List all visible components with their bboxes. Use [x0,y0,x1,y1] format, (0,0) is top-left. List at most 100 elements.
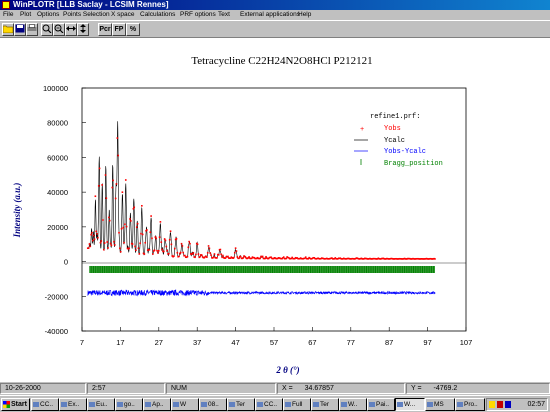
task-button[interactable]: CC.. [31,398,59,411]
menu-plot[interactable]: Plot [20,10,31,20]
yobs-point [206,251,209,254]
title-bar[interactable]: WinPLOTR [LLB Saclay - LCSIM Rennes] [0,0,550,10]
task-button[interactable]: Pai.. [367,398,395,411]
yobs-point [115,183,118,185]
yobs-point [201,254,203,256]
x-tick-label: 57 [270,338,278,347]
yobs-point [98,167,101,170]
zoom-button[interactable] [41,23,53,36]
yobs-point [261,255,264,258]
status-num: NUM [166,383,276,394]
yobs-point [144,241,147,244]
print-button[interactable] [26,23,38,36]
tray-icon[interactable] [497,401,503,408]
y-tick-label: -40000 [45,327,68,336]
yobs-point [161,248,163,251]
yobs-point [128,247,130,250]
y-tick-label: 80000 [47,119,68,128]
legend-title: refine1.prf: [370,113,420,121]
yobs-point [170,243,173,246]
tray-icon[interactable] [505,401,511,408]
yobs-point [235,250,238,252]
expand-horizontal-button[interactable] [65,23,77,36]
menu-file[interactable]: File [3,10,13,20]
yobs-point [94,195,97,198]
fp-button[interactable]: FP [112,23,126,36]
tray-icon[interactable] [489,401,495,408]
yobs-point [140,232,142,235]
yobs-point [124,223,126,226]
yobs-point [95,230,98,233]
menu-points-selection[interactable]: Points Selection [63,10,110,20]
task-button[interactable]: W [171,398,199,411]
menu-text[interactable]: Text [218,10,230,20]
yobs-point [99,241,102,244]
pcr-button[interactable]: Pcr [98,23,112,36]
app-icon [145,402,151,407]
task-button[interactable]: Full [283,398,311,411]
task-button[interactable]: Ap.. [143,398,171,411]
yobs-point [141,233,144,236]
yobs-point [93,238,96,241]
yobs-point [206,256,208,258]
chart-title: Tetracycline C22H24N2O8HCl P212121 [191,55,372,67]
yobs-point [209,252,212,254]
task-button[interactable]: go.. [115,398,143,411]
start-button[interactable]: Start [1,398,30,411]
task-button-active[interactable]: W... [395,398,425,411]
task-button[interactable]: Ter [311,398,339,411]
yobs-point [220,253,223,256]
zoom-out-button[interactable] [53,23,65,36]
yobs-point [196,243,199,246]
app-icon [369,402,375,407]
yobs-point [118,231,120,234]
yobs-point [178,255,180,258]
printer-icon [27,24,37,31]
save-button[interactable] [14,23,26,36]
task-button[interactable]: W.. [339,398,367,411]
yobs-point [117,154,119,157]
status-y-label: Y = [411,385,422,392]
expand-vertical-button[interactable] [77,23,89,36]
legend-ycalc: Ycalc [384,137,405,145]
task-button[interactable]: Ex.. [59,398,87,411]
yobs-point [131,243,134,245]
task-button[interactable]: Ter [227,398,255,411]
task-button[interactable]: Eu.. [87,398,115,411]
menu-options[interactable]: Options [37,10,59,20]
yobs-point [89,245,92,248]
menu-external-applications[interactable]: External applications [240,10,300,20]
sigma-button[interactable]: % [126,23,140,36]
task-button[interactable]: CC.. [255,398,283,411]
task-button[interactable]: MS [425,398,455,411]
task-button[interactable]: 08.. [199,398,227,411]
status-x: X = 34.67857 [277,383,405,394]
menu-prf-options[interactable]: PRF options [180,10,216,20]
yobs-point [91,231,93,234]
yobs-point [195,253,197,256]
yobs-point [192,251,195,254]
status-y: Y = -4769.2 [406,383,550,394]
yobs-point [189,242,191,245]
system-tray: 02:57 [486,398,548,411]
menu-help[interactable]: Help [298,10,311,20]
yobs-point [222,254,224,257]
yobs-point [259,257,261,260]
yobs-point [176,251,179,254]
x-tick-label: 7 [80,338,84,347]
status-date: 10-26-2000 [0,383,86,394]
y-axis-label: Intensity (a.u.) [12,183,22,239]
menu-calculations[interactable]: Calculations [140,10,175,20]
arrows-horizontal-icon [66,26,76,31]
yobs-point [151,237,153,240]
open-button[interactable] [2,23,14,36]
yobs-point [143,253,146,255]
yobs-point [162,250,165,253]
task-button[interactable]: Pro.. [455,398,485,411]
yobs-point [104,174,107,176]
menu-x-space[interactable]: X space [111,10,135,20]
yobs-point [285,257,288,260]
app-icon [257,402,263,407]
yobs-point [133,206,136,209]
yobs-point [221,256,223,259]
